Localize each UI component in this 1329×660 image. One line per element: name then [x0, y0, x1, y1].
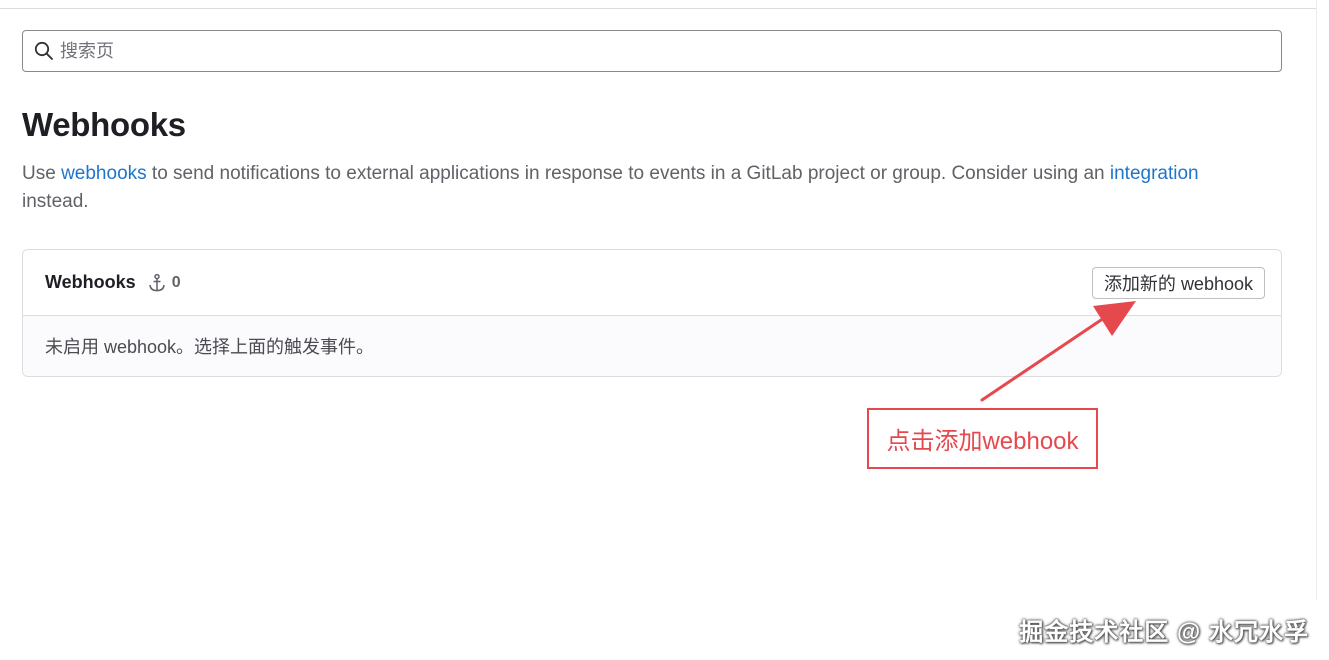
annotation-arrow — [980, 301, 1136, 402]
watermark: 掘金技术社区 @ 水冗水孚 — [1019, 619, 1309, 646]
callout-text: 点击添加webhook — [886, 428, 1079, 455]
annotation-callout: 点击添加webhook — [867, 408, 1098, 469]
